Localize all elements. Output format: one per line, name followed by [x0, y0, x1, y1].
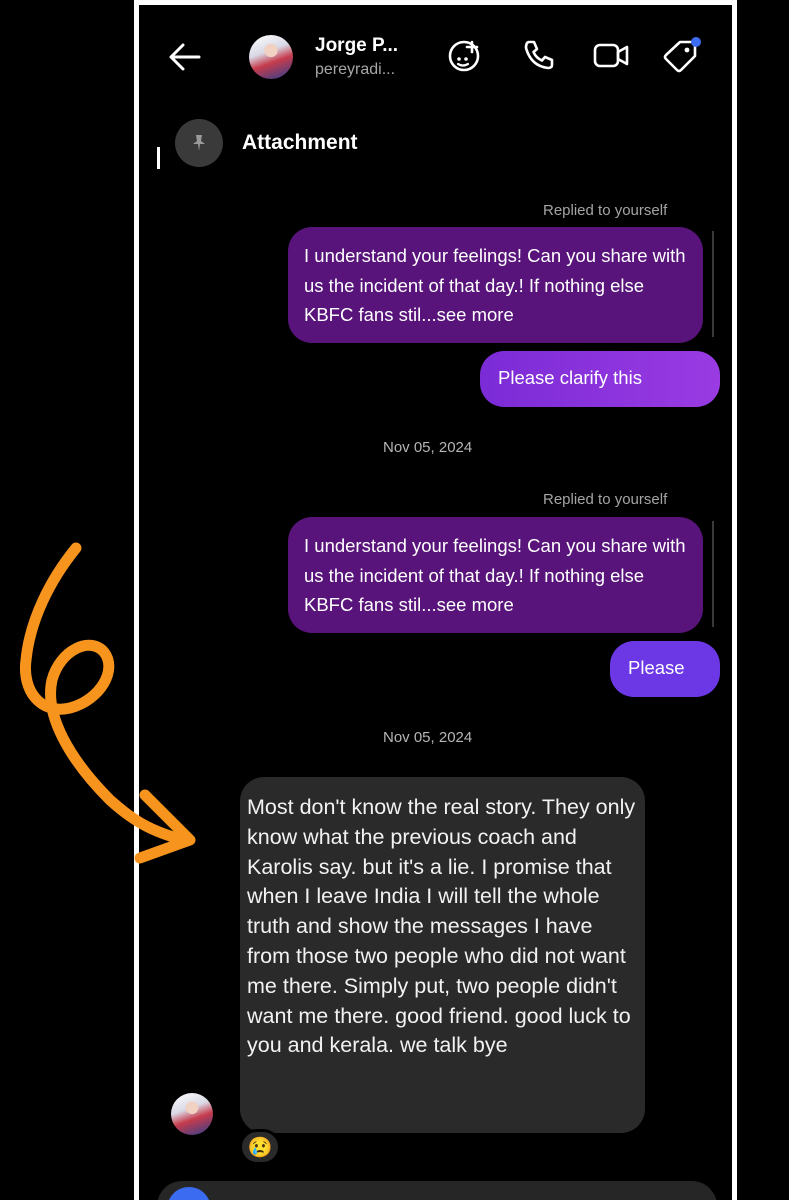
reply-indicator [712, 231, 714, 337]
contact-avatar[interactable] [249, 35, 293, 79]
date-separator: Nov 05, 2024 [383, 729, 473, 746]
video-camera-icon[interactable] [591, 35, 631, 75]
reply-bubble[interactable]: I understand your feelings! Can you shar… [288, 227, 703, 343]
pin-icon[interactable] [175, 119, 223, 167]
phone-screenshot-frame: Jorge P... pereyradi... Attachment Repli… [134, 0, 737, 1200]
contact-handle[interactable]: pereyradi... [315, 61, 395, 79]
date-separator: Nov 05, 2024 [383, 439, 473, 456]
incoming-message[interactable]: Most don't know the real story. They onl… [240, 777, 645, 1133]
tag-icon[interactable] [661, 35, 701, 75]
back-arrow-icon[interactable] [165, 39, 205, 75]
outgoing-message[interactable]: Please [610, 641, 720, 697]
chat-header: Jorge P... pereyradi... [139, 5, 732, 105]
message-composer[interactable] [157, 1181, 717, 1200]
reply-meta: Replied to yourself [543, 491, 668, 508]
scroll-indicator [157, 147, 160, 169]
reply-bubble[interactable]: I understand your feelings! Can you shar… [288, 517, 703, 633]
outgoing-message[interactable]: Please clarify this [480, 351, 720, 407]
sparkle-face-icon[interactable] [445, 35, 485, 75]
reply-meta: Replied to yourself [543, 202, 668, 219]
incoming-message-text: Most don't know the real story. They onl… [247, 795, 636, 1058]
attachment-label[interactable]: Attachment [242, 131, 358, 155]
contact-name[interactable]: Jorge P... [315, 35, 398, 57]
reply-indicator [712, 521, 714, 627]
annotation-arrow-icon [19, 542, 196, 864]
reaction-emoji[interactable]: 😢 [239, 1129, 281, 1165]
phone-icon[interactable] [519, 35, 559, 75]
sender-avatar[interactable] [171, 1093, 213, 1135]
